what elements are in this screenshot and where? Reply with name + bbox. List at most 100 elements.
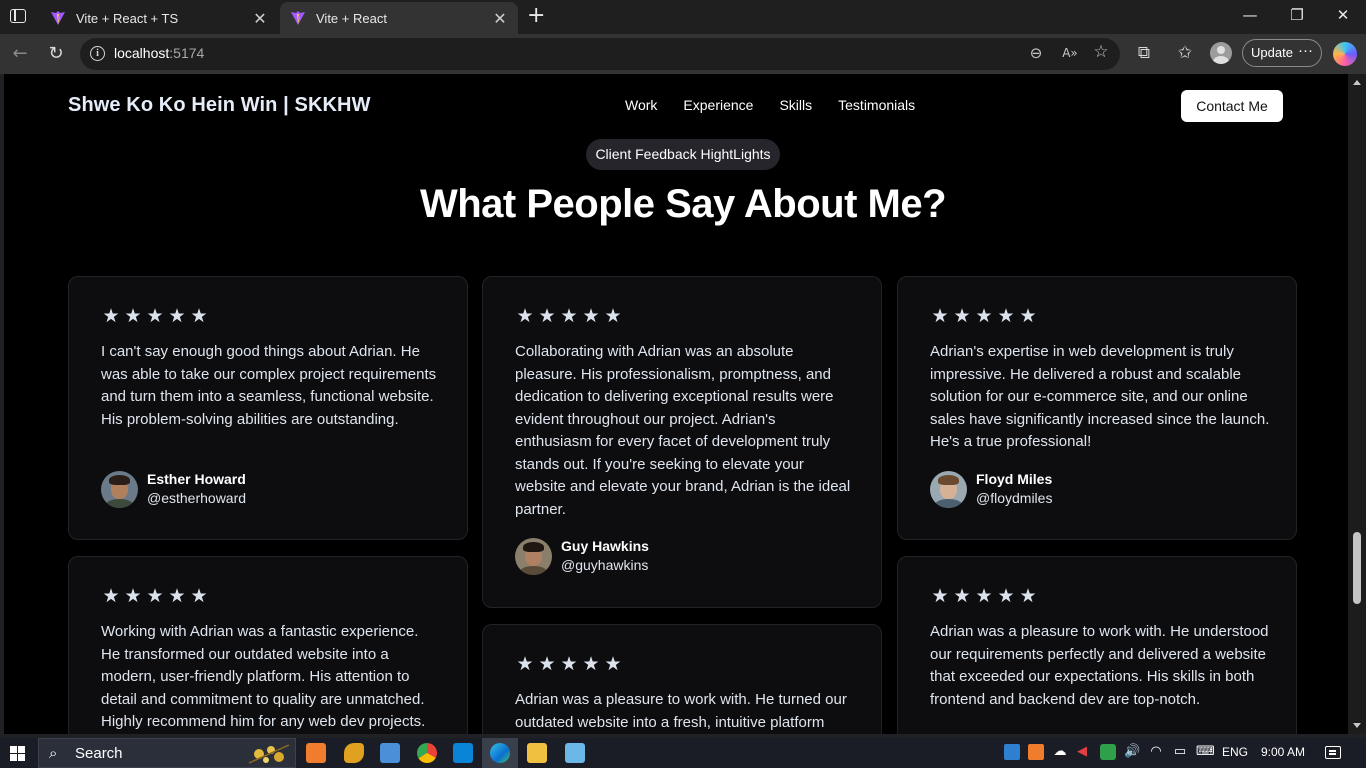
- new-tab-icon[interactable]: +: [527, 4, 545, 28]
- onedrive-icon[interactable]: ☁: [1052, 744, 1068, 760]
- search-highlight-icon: [248, 744, 290, 764]
- star-rating: ★ ★ ★ ★ ★: [930, 587, 1038, 607]
- star-icon: ★: [997, 306, 1015, 327]
- contact-me-button[interactable]: Contact Me: [1181, 90, 1283, 122]
- star-icon: ★: [102, 306, 120, 327]
- testimonial-quote: Adrian's expertise in web development is…: [930, 343, 1270, 450]
- profile-avatar-icon[interactable]: [1210, 42, 1232, 64]
- tray-app-icon[interactable]: [1004, 744, 1020, 760]
- star-rating: ★ ★ ★ ★ ★: [515, 307, 623, 327]
- browser-tab-bar: Vite + React + TS ✕ Vite + React ✕ + — ❐…: [0, 0, 1366, 34]
- star-icon: ★: [975, 306, 993, 327]
- language-indicator[interactable]: ENG: [1222, 745, 1248, 759]
- site-nav: Work Experience Skills Testimonials: [625, 97, 941, 113]
- windows-start-icon[interactable]: [10, 746, 25, 761]
- scrollbar-thumb[interactable]: [1353, 532, 1361, 604]
- file-explorer-app-icon[interactable]: [527, 743, 547, 763]
- address-bar[interactable]: i localhost:5174 ⊖ A» ☆: [80, 38, 1120, 70]
- star-icon: ★: [560, 306, 578, 327]
- tab-actions-icon[interactable]: [10, 9, 26, 23]
- extensions-icon[interactable]: ⧉: [1133, 43, 1155, 63]
- page-viewport: Shwe Ko Ko Hein Win | SKKHW Work Experie…: [4, 74, 1348, 734]
- site-brand[interactable]: Shwe Ko Ko Hein Win | SKKHW: [68, 94, 371, 117]
- chrome-app-icon[interactable]: [417, 743, 437, 763]
- star-icon: ★: [931, 306, 949, 327]
- scroll-down-arrow-icon[interactable]: [1353, 723, 1361, 728]
- tab-vite-react[interactable]: Vite + React ✕: [280, 2, 518, 34]
- testimonial-quote: Collaborating with Adrian was an absolut…: [515, 343, 851, 518]
- clock[interactable]: 9:00 AM: [1261, 745, 1305, 759]
- edge-app-icon[interactable]: [490, 743, 510, 763]
- volume-icon[interactable]: 🔊: [1124, 744, 1140, 760]
- battery-icon[interactable]: ▭: [1172, 744, 1188, 760]
- vite-icon: [51, 11, 65, 25]
- read-aloud-icon[interactable]: A»: [1060, 46, 1080, 60]
- testimonial-card: ★ ★ ★ ★ ★ Adrian was a pleasure to work with…: [482, 624, 882, 734]
- wifi-icon[interactable]: ◠: [1148, 744, 1164, 760]
- star-icon: ★: [538, 654, 556, 675]
- star-icon: ★: [124, 306, 142, 327]
- star-icon: ★: [516, 654, 534, 675]
- star-rating: ★ ★ ★ ★ ★: [101, 587, 209, 607]
- back-icon[interactable]: ←: [9, 43, 31, 64]
- favorite-star-icon[interactable]: ☆: [1091, 42, 1111, 62]
- star-icon: ★: [102, 586, 120, 607]
- star-icon: ★: [560, 654, 578, 675]
- testimonial-quote: Adrian was a pleasure to work with. He t…: [515, 691, 847, 731]
- star-icon: ★: [953, 586, 971, 607]
- nav-link-work[interactable]: Work: [625, 97, 657, 113]
- testimonial-quote: Adrian was a pleasure to work with. He u…: [930, 623, 1269, 708]
- close-tab-icon[interactable]: ✕: [492, 9, 508, 28]
- star-rating: ★ ★ ★ ★ ★: [930, 307, 1038, 327]
- nav-link-experience[interactable]: Experience: [683, 97, 753, 113]
- star-icon: ★: [516, 306, 534, 327]
- taskbar-search[interactable]: ⌕ Search: [38, 738, 296, 768]
- star-icon: ★: [953, 306, 971, 327]
- star-icon: ★: [997, 586, 1015, 607]
- close-window-icon[interactable]: ✕: [1333, 6, 1353, 24]
- url-text[interactable]: localhost:5174: [114, 45, 204, 61]
- update-button[interactable]: Update ···: [1242, 39, 1322, 67]
- more-icon[interactable]: ···: [1298, 38, 1313, 64]
- testimonial-card: ★ ★ ★ ★ ★ Adrian was a pleasure to work with…: [897, 556, 1297, 734]
- star-icon: ★: [604, 654, 622, 675]
- filezilla-app-icon[interactable]: [344, 743, 364, 763]
- security-shield-icon[interactable]: [1100, 744, 1116, 760]
- refresh-icon[interactable]: ↻: [45, 43, 67, 64]
- minimize-icon[interactable]: —: [1240, 6, 1260, 24]
- tab-vite-react-ts[interactable]: Vite + React + TS ✕: [40, 2, 278, 34]
- testimonial-author: Guy Hawkins @guyhawkins: [515, 537, 649, 575]
- vscode-app-icon[interactable]: [453, 743, 473, 763]
- vite-icon: [291, 11, 305, 25]
- favorites-icon[interactable]: ✩: [1174, 43, 1196, 63]
- star-icon: ★: [1019, 586, 1037, 607]
- author-handle: @guyhawkins: [561, 557, 649, 573]
- remote-desktop-app-icon[interactable]: [380, 743, 400, 763]
- section-badge: Client Feedback HightLights: [586, 139, 780, 170]
- testimonial-quote: Working with Adrian was a fantastic expe…: [101, 623, 426, 730]
- nav-link-skills[interactable]: Skills: [779, 97, 812, 113]
- tray-xampp-icon[interactable]: [1028, 744, 1044, 760]
- avatar: [515, 537, 552, 575]
- restore-icon[interactable]: ❐: [1287, 6, 1307, 24]
- author-handle: @estherhoward: [147, 490, 247, 506]
- tray-audio-app-icon[interactable]: ◀: [1074, 744, 1090, 760]
- notepad-app-icon[interactable]: [565, 743, 585, 763]
- xampp-app-icon[interactable]: [306, 743, 326, 763]
- nav-link-testimonials[interactable]: Testimonials: [838, 97, 915, 113]
- close-tab-icon[interactable]: ✕: [252, 9, 268, 28]
- zoom-icon[interactable]: ⊖: [1026, 44, 1046, 62]
- copilot-icon[interactable]: [1333, 42, 1357, 66]
- keyboard-icon[interactable]: ⌨: [1196, 744, 1215, 760]
- search-icon: ⌕: [49, 744, 58, 762]
- author-name: Guy Hawkins: [561, 538, 649, 554]
- notifications-icon[interactable]: [1325, 746, 1341, 759]
- site-info-icon[interactable]: i: [90, 46, 105, 61]
- page-scrollbar[interactable]: [1348, 74, 1366, 734]
- star-icon: ★: [582, 654, 600, 675]
- star-icon: ★: [604, 306, 622, 327]
- star-icon: ★: [190, 586, 208, 607]
- testimonial-card: ★ ★ ★ ★ ★ Collaborating with Adrian was an a…: [482, 276, 882, 608]
- scroll-up-arrow-icon[interactable]: [1353, 80, 1361, 85]
- star-rating: ★ ★ ★ ★ ★: [515, 655, 623, 675]
